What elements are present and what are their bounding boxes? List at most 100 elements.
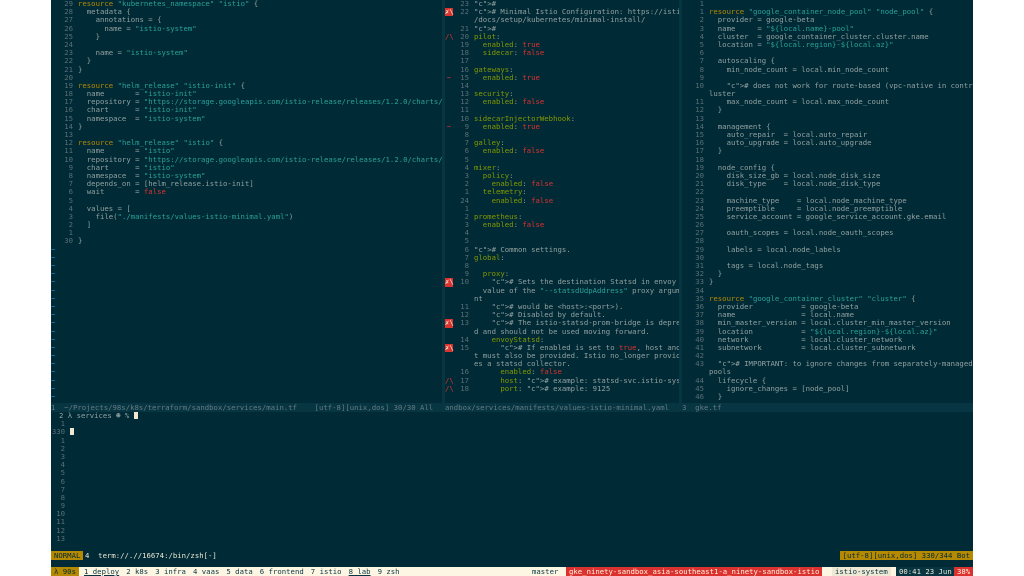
- sign-column: [682, 262, 690, 270]
- sign-column: [51, 188, 59, 196]
- tmux-window-7[interactable]: 7 istio: [311, 567, 342, 576]
- empty-line-marker: ~: [51, 351, 56, 361]
- code-text: annotations = {: [78, 16, 162, 25]
- code-text: security:: [474, 90, 514, 99]
- code-text: resource "google_container_node_pool" "n…: [709, 8, 934, 17]
- terminal-line: 1: [51, 436, 973, 445]
- code-line: 30: [682, 253, 973, 262]
- code-line: 26: [682, 220, 973, 229]
- line-number: 5: [464, 236, 469, 246]
- code-line: 3 enabled: false: [445, 220, 679, 229]
- code-text: pools: [709, 368, 731, 377]
- terminal-line: 9: [51, 501, 973, 510]
- code-line: 6 "c"># Common settings.: [445, 245, 679, 254]
- empty-line-marker: ~: [51, 301, 56, 311]
- sign-column: [682, 221, 690, 229]
- code-line: 42: [682, 351, 973, 360]
- code-text: chart = "istio-init": [78, 106, 197, 115]
- tmux-window-5[interactable]: 5 data: [226, 567, 252, 576]
- code-text: auto_repair = local.auto_repair: [709, 131, 868, 139]
- line-number: 15: [460, 342, 469, 352]
- tmux-window-4[interactable]: 4 vaas: [193, 567, 219, 576]
- code-line: 27 oauth_scopes = local.node_oauth_scope…: [682, 229, 973, 237]
- tmux-window-1[interactable]: 1 deploy: [84, 567, 119, 576]
- code-line: 26 name = "istio-system": [51, 24, 442, 33]
- sign-column: [682, 393, 690, 401]
- tmux-window-8[interactable]: 8 lab: [349, 567, 371, 576]
- code-text: provider = google-beta: [709, 16, 815, 25]
- sign-column: [51, 106, 59, 114]
- code-line: 18: [682, 155, 973, 164]
- code-text: value of the "--statsdUdpAddress" proxy …: [474, 286, 679, 295]
- sign-column: [51, 221, 59, 229]
- sign-column: [682, 254, 690, 262]
- empty-line-marker: ~: [51, 252, 56, 262]
- code-line: 5: [445, 155, 679, 164]
- terminal-line: 8: [51, 493, 973, 502]
- battery: 38%: [954, 567, 973, 576]
- code-text: telemetry:: [482, 188, 527, 197]
- code-text: /docs/setup/kubernetes/minimal-install/: [474, 16, 646, 25]
- code-line: 5: [51, 196, 442, 205]
- terminal-pane[interactable]: 2 λ services ☻ % 1 330 1 2 3 4 5 6 7 8 9 10 11 12 13: [51, 412, 973, 551]
- tmux-session[interactable]: λ 90s: [51, 567, 79, 576]
- sign-column: [682, 368, 690, 376]
- code-text: oauth_scopes = local.node_oauth_scopes: [709, 229, 894, 238]
- sign-column: [51, 131, 59, 139]
- line-number: 10: [695, 80, 704, 90]
- editor-pane-values-yaml[interactable]: 23 "c"># ✗\ 22 "c"># Minimal Istio Configura…: [445, 0, 679, 403]
- code-line: 14 management {: [682, 122, 973, 131]
- code-text: name = "istio-init": [78, 90, 197, 99]
- file-position: [utf-8][unix,dos] 330/344 Bot: [839, 551, 973, 560]
- sign-column: [445, 98, 453, 106]
- sign-column: [682, 25, 690, 33]
- sign-column: [51, 139, 59, 147]
- code-line: 10 "c"># does not work for route-based (…: [682, 80, 973, 90]
- tmux-window-2[interactable]: 2 k8s: [126, 567, 148, 576]
- code-line: 30}: [51, 237, 442, 245]
- code-line: 24 preemptible = local.node_preemptible: [682, 204, 973, 213]
- code-text: enabled: true: [482, 73, 540, 82]
- editor-pane-gke-tf[interactable]: 1 1 resource "google_container_node_pool" …: [682, 0, 973, 403]
- code-text: }: [709, 270, 723, 279]
- code-line: /\ 17 host: "c"># example: statsd-svc.ist…: [445, 376, 679, 385]
- sign-column: [51, 0, 59, 8]
- line-number: 22: [460, 7, 469, 17]
- tmux-window-6[interactable]: 6 frontend: [260, 567, 304, 576]
- sign-column: [445, 147, 453, 155]
- sign-column: ✗\: [445, 277, 454, 287]
- tmux-window-3[interactable]: 3 infra: [155, 567, 186, 576]
- code-text: name = "istio": [78, 147, 175, 156]
- code-text: namespace = "istio-system": [78, 171, 206, 180]
- code-line: /\ 18 port: "c"># example: 9125: [445, 383, 679, 393]
- line-number: 30: [64, 236, 73, 246]
- editor-pane-main-tf[interactable]: 29 resource "kubernetes_namespace" "istio…: [51, 0, 442, 403]
- status-line-gke-tf: 3 gke.tf: [682, 403, 973, 412]
- code-line: 11 name = "istio": [51, 147, 442, 155]
- sign-column: [51, 90, 59, 98]
- line-number: 18: [460, 383, 469, 393]
- code-text: t must also be provided. Istio no_longer…: [474, 352, 679, 361]
- code-text: provider = google-beta: [709, 302, 859, 311]
- sign-column: [682, 0, 690, 8]
- code-line: 19 node_config {: [682, 163, 973, 172]
- code-text: proxy:: [482, 270, 510, 279]
- code-line: 17 }: [682, 147, 973, 155]
- code-text: ignore_changes = [node_pool]: [709, 384, 850, 393]
- code-line: 38 min_master_version = local.cluster_mi…: [682, 319, 973, 327]
- tmux-status-bar: λ 90s 1 deploy 2 k8s 3 infra 4 vaas 5 data 6 …: [51, 567, 973, 576]
- code-line: t must also be provided. Istio no_longer…: [445, 352, 679, 360]
- sign-column: [682, 16, 690, 24]
- code-line: 19 enabled: true: [445, 40, 679, 49]
- tmux-window-9[interactable]: 9 zsh: [378, 567, 400, 576]
- code-text: repository = "https://storage.googleapis…: [78, 98, 442, 107]
- code-text: resource "google_container_cluster" "clu…: [709, 294, 916, 303]
- code-text: port: "c"># example: 9125: [500, 384, 611, 393]
- sign-column: [51, 16, 59, 24]
- code-line: 13: [682, 114, 973, 123]
- code-text: node_config {: [709, 163, 775, 172]
